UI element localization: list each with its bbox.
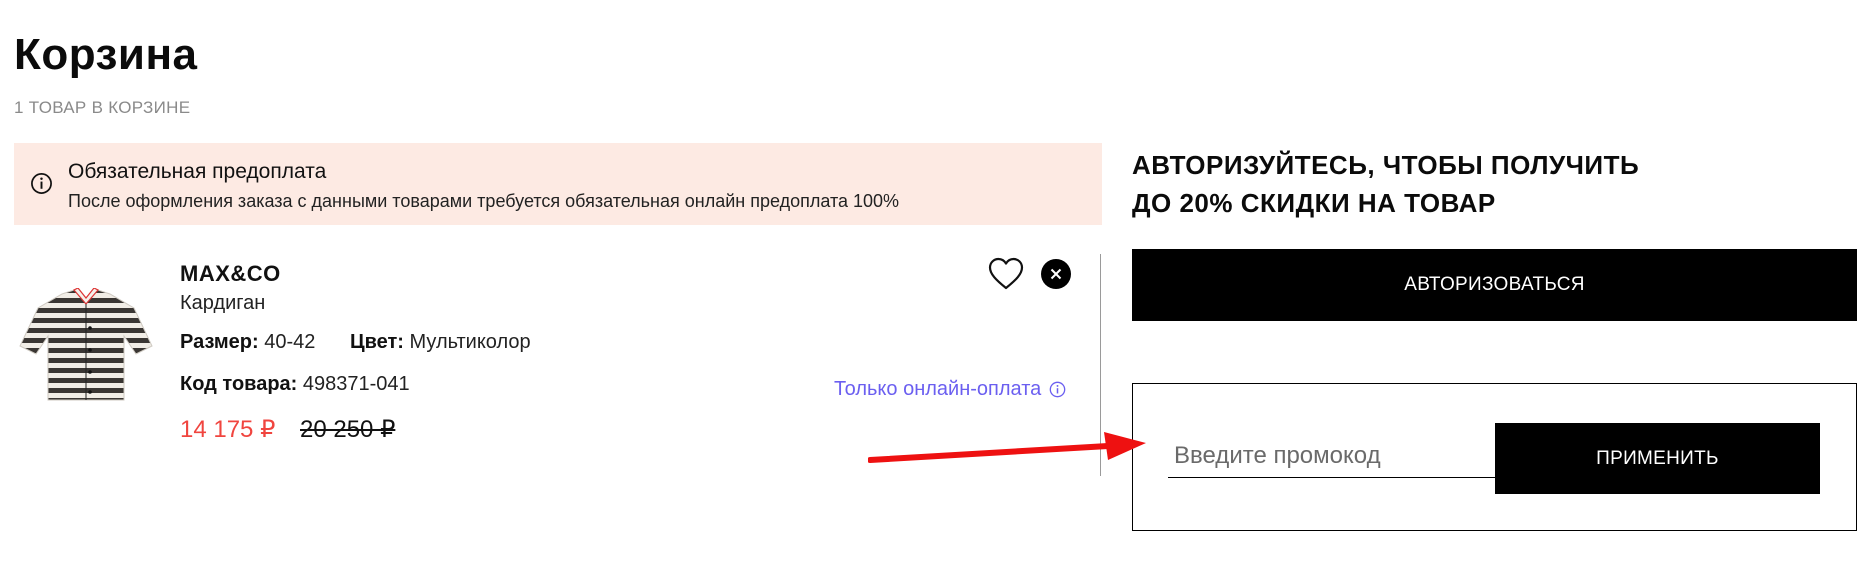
prepayment-notice: Обязательная предоплата После оформления… <box>14 143 1102 225</box>
product-image[interactable] <box>16 288 156 408</box>
old-price: 20 250 ₽ <box>300 416 396 443</box>
notice-title: Обязательная предоплата <box>68 160 327 183</box>
size-label: Размер: <box>180 331 259 353</box>
info-icon[interactable] <box>1049 381 1066 398</box>
info-icon <box>31 173 52 194</box>
cart-item-count: 1 ТОВАР В КОРЗИНЕ <box>14 98 191 117</box>
auth-heading: АВТОРИЗУЙТЕСЬ, ЧТОБЫ ПОЛУЧИТЬ ДО 20% СКИ… <box>1132 146 1639 222</box>
auth-heading-line-2: ДО 20% СКИДКИ НА ТОВАР <box>1132 188 1496 218</box>
product-color: Цвет: Мультиколор <box>350 331 531 354</box>
red-arrow-annotation <box>868 432 1146 463</box>
close-icon <box>1050 268 1062 280</box>
authorize-button[interactable]: АВТОРИЗОВАТЬСЯ <box>1132 249 1857 321</box>
page-title: Корзина <box>14 30 198 79</box>
product-size: Размер: 40-42 <box>180 331 315 354</box>
apply-promo-button[interactable]: ПРИМЕНИТЬ <box>1495 423 1820 494</box>
color-label: Цвет: <box>350 331 404 353</box>
remove-item-button[interactable] <box>1041 259 1071 289</box>
notice-text: После оформления заказа с данными товара… <box>68 191 900 211</box>
product-code: Код товара: 498371-041 <box>180 373 410 396</box>
product-brand[interactable]: MAX&CO <box>180 261 281 287</box>
promo-code-input[interactable] <box>1168 424 1495 478</box>
heart-icon[interactable] <box>987 256 1025 292</box>
color-value: Мультиколор <box>409 331 531 353</box>
code-value: 498371-041 <box>302 373 410 395</box>
code-label: Код товара: <box>180 373 298 395</box>
online-payment-only-label: Только онлайн-оплата <box>834 378 1042 400</box>
current-price: 14 175 ₽ <box>180 416 276 443</box>
product-type: Кардиган <box>180 292 266 314</box>
size-value: 40-42 <box>264 331 316 353</box>
promo-code-panel: ПРИМЕНИТЬ <box>1132 383 1857 531</box>
auth-heading-line-1: АВТОРИЗУЙТЕСЬ, ЧТОБЫ ПОЛУЧИТЬ <box>1132 150 1640 180</box>
online-payment-only-link[interactable]: Только онлайн-оплата <box>834 378 1066 401</box>
